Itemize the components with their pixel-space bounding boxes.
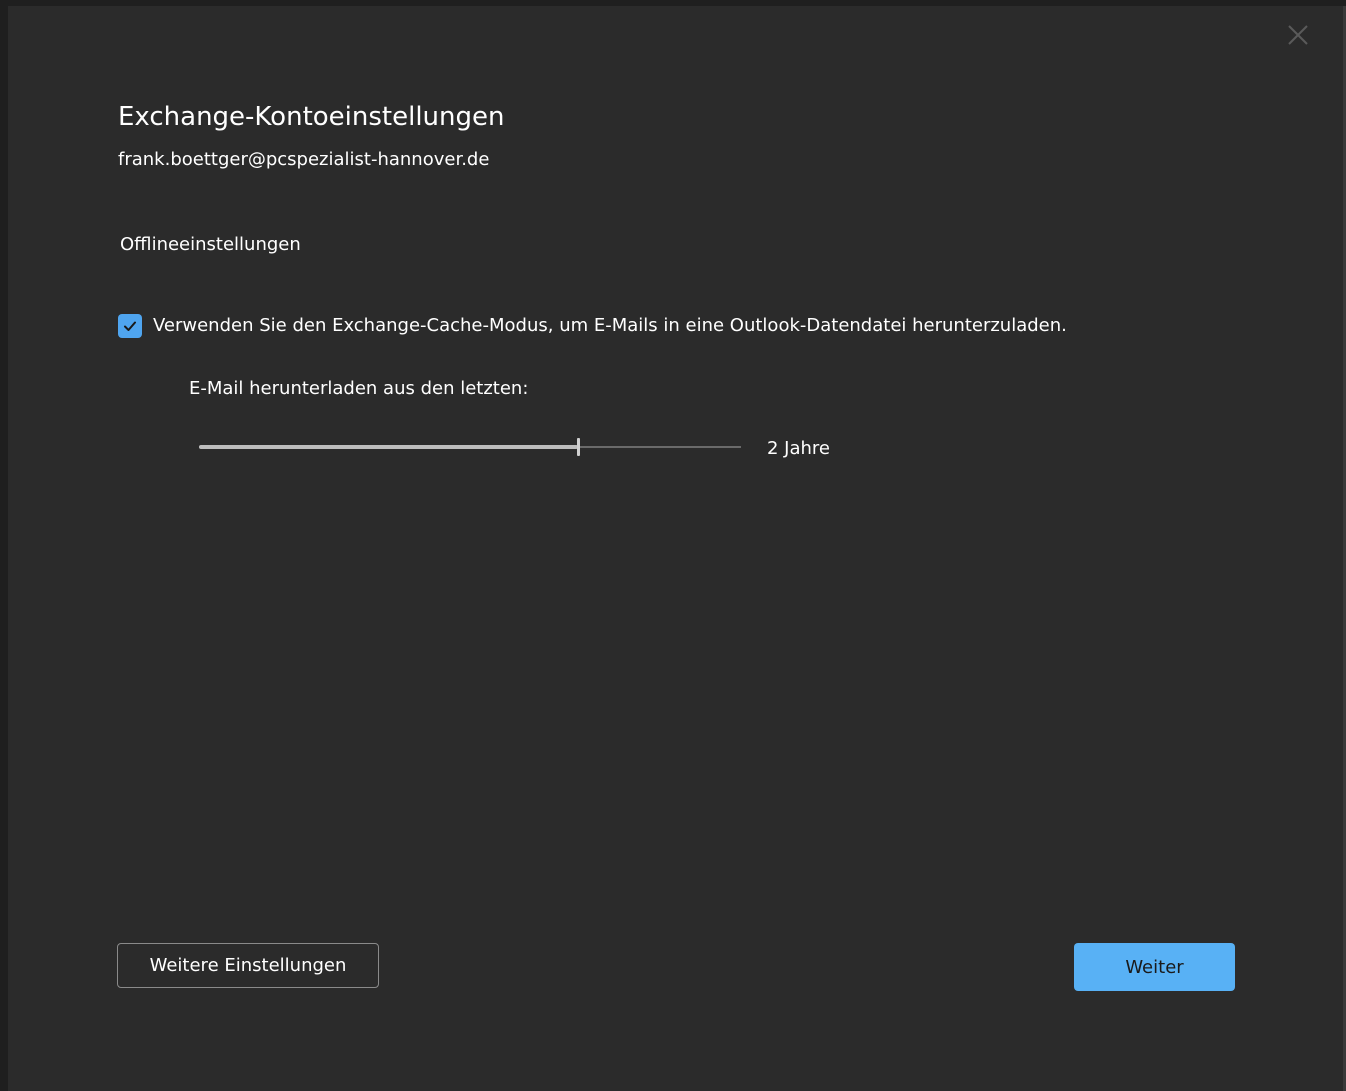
- more-settings-button[interactable]: Weitere Einstellungen: [117, 943, 379, 988]
- dialog-title: Exchange-Kontoeinstellungen: [118, 102, 505, 132]
- cache-mode-label[interactable]: Verwenden Sie den Exchange-Cache-Modus, …: [153, 313, 1067, 339]
- close-button[interactable]: [1284, 21, 1312, 49]
- download-period-value: 2 Jahre: [767, 438, 830, 459]
- slider-thumb[interactable]: [577, 438, 581, 456]
- slider-fill: [199, 445, 579, 449]
- checkmark-icon: [124, 321, 136, 331]
- cache-mode-checkbox[interactable]: [118, 314, 142, 338]
- download-period-slider[interactable]: [199, 437, 741, 457]
- cache-mode-row: Verwenden Sie den Exchange-Cache-Modus, …: [118, 313, 1067, 339]
- next-button[interactable]: Weiter: [1074, 943, 1235, 991]
- close-icon: [1288, 25, 1308, 45]
- account-email: frank.boettger@pcspezialist-hannover.de: [118, 149, 490, 170]
- download-period-label: E-Mail herunterladen aus den letzten:: [189, 378, 529, 399]
- exchange-settings-dialog: Exchange-Kontoeinstellungen frank.boettg…: [8, 6, 1343, 1091]
- offline-settings-heading: Offlineeinstellungen: [120, 234, 301, 255]
